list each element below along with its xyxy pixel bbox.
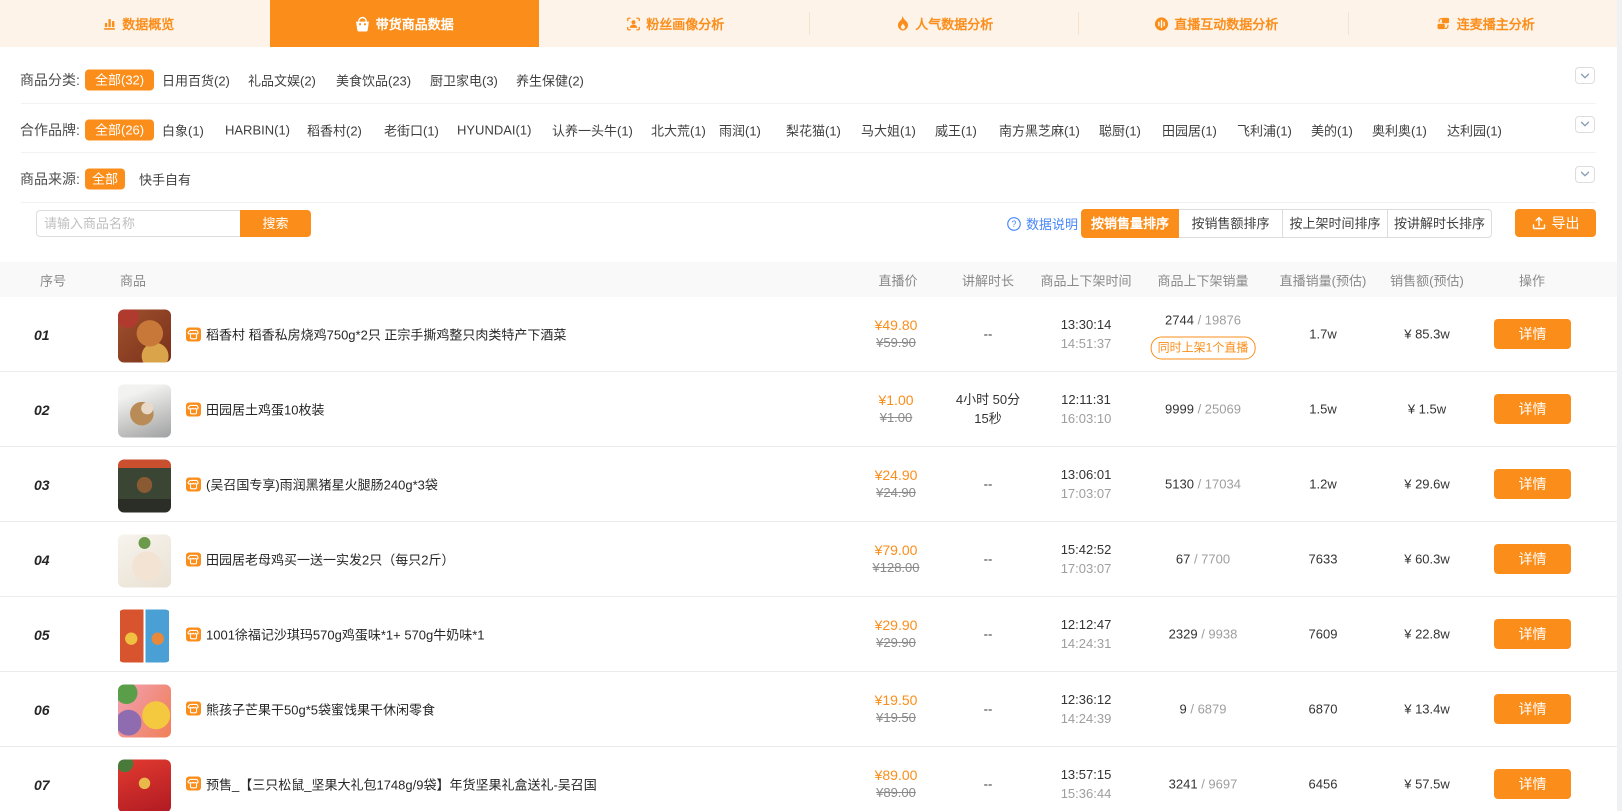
svg-text:?: ? (1012, 219, 1017, 229)
